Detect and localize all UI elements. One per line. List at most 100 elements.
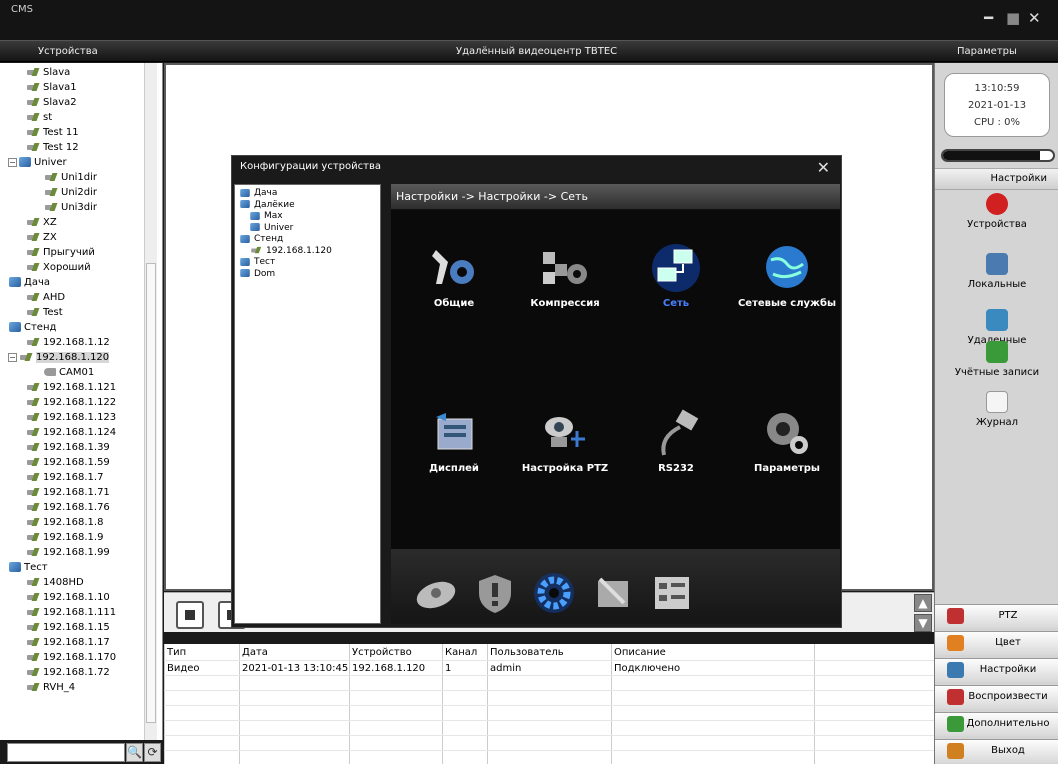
tree-item[interactable]: Uni2dir (44, 185, 97, 200)
tree-item[interactable]: Slava2 (26, 95, 77, 110)
tree-item[interactable]: RVH_4 (26, 680, 75, 695)
tree-item-label: 192.168.1.39 (43, 442, 110, 453)
tree-item[interactable]: Test 12 (26, 140, 79, 155)
close-button[interactable]: ✕ (1028, 10, 1041, 26)
tree-item[interactable]: 192.168.1.12 (26, 335, 110, 350)
globe-icon (759, 242, 815, 292)
minimize-button[interactable]: ━ (984, 10, 993, 26)
general-tools-icon (426, 242, 482, 292)
module-compression[interactable]: Компрессия (510, 242, 620, 309)
tree-item[interactable]: Slava (26, 65, 70, 80)
tree-item[interactable]: Test 11 (26, 125, 79, 140)
tree-item[interactable]: 192.168.1.121 (26, 380, 116, 395)
tree-item[interactable]: CAM01 (44, 365, 94, 380)
tree-toggle-icon[interactable]: − (8, 157, 17, 167)
module-label: Параметры (754, 463, 820, 474)
right-item-label: Устройства (967, 219, 1027, 230)
tree-item[interactable]: 1408HD (26, 575, 84, 590)
tree-item[interactable]: 192.168.1.99 (26, 545, 110, 560)
tree-item[interactable]: Uni3dir (44, 200, 97, 215)
tree-item[interactable]: ZX (26, 230, 57, 245)
tree-item[interactable]: Test (26, 305, 63, 320)
right-button-advanced[interactable]: Дополнительно (935, 712, 1058, 736)
module-display[interactable]: Дисплей (399, 407, 509, 474)
tree-item[interactable]: − 192.168.1.120 (8, 350, 110, 365)
tools-icon[interactable] (590, 571, 636, 615)
tree-item-label: Slava1 (43, 82, 77, 93)
scroll-down-icon[interactable]: ▼ (914, 614, 932, 632)
tree-item[interactable]: AHD (26, 290, 65, 305)
device-tree-scrollbar[interactable] (144, 63, 157, 740)
right-item-local-config[interactable]: Локальные (935, 253, 1058, 290)
module-ptz-camera[interactable]: Настройка PTZ (510, 407, 620, 474)
tree-item[interactable]: − Univer (8, 155, 67, 170)
tree-item[interactable]: 192.168.1.7 (26, 470, 103, 485)
tree-item[interactable]: Хороший (26, 260, 91, 275)
dialog-tree-label: Max (264, 211, 283, 221)
info-list-icon[interactable] (649, 571, 695, 615)
tree-item[interactable]: Стенд (9, 320, 56, 335)
tree-item[interactable]: Дача (9, 275, 50, 290)
module-general-tools[interactable]: Общие (399, 242, 509, 309)
device-icon (26, 383, 40, 392)
group-folder-icon (240, 257, 250, 266)
right-item-record[interactable]: Устройства (935, 193, 1058, 230)
device-icon (26, 83, 40, 92)
log-panel-handle[interactable] (465, 636, 635, 643)
right-button-playback[interactable]: Воспроизвести (935, 685, 1058, 709)
tree-item[interactable]: 192.168.1.111 (26, 605, 116, 620)
tree-item[interactable]: 192.168.1.15 (26, 620, 110, 635)
tree-item[interactable]: 192.168.1.39 (26, 440, 110, 455)
tree-item-label: 192.168.1.10 (43, 592, 110, 603)
right-button-color[interactable]: Цвет (935, 631, 1058, 655)
tree-item[interactable]: 192.168.1.8 (26, 515, 103, 530)
tree-item[interactable]: 192.168.1.124 (26, 425, 116, 440)
module-network[interactable]: Сеть (621, 242, 731, 309)
right-item-label: Журнал (975, 417, 1019, 428)
right-button-settings[interactable]: Настройки (935, 658, 1058, 682)
tree-item[interactable]: st (26, 110, 52, 125)
tree-item[interactable]: Uni1dir (44, 170, 97, 185)
security-shield-icon[interactable] (472, 571, 518, 615)
tree-item[interactable]: 192.168.1.59 (26, 455, 110, 470)
tree-item[interactable]: 192.168.1.71 (26, 485, 110, 500)
tree-item-label: 192.168.1.15 (43, 622, 110, 633)
dialog-tree-label: 192.168.1.120 (266, 245, 332, 256)
tree-item[interactable]: Slava1 (26, 80, 77, 95)
scroll-up-icon[interactable]: ▲ (914, 594, 932, 612)
right-item-users[interactable]: Учётные записи (935, 341, 1058, 378)
tree-item[interactable]: 192.168.1.123 (26, 410, 116, 425)
storage-disk-icon[interactable] (413, 571, 459, 615)
tree-toggle-icon[interactable]: − (8, 352, 17, 362)
layout-single-button[interactable] (176, 601, 204, 629)
right-item-label: Учётные записи (954, 367, 1040, 378)
dialog-tree-label: Далёкие (254, 199, 295, 210)
right-button-exit[interactable]: Выход (935, 739, 1058, 763)
device-icon (26, 608, 40, 617)
tree-item[interactable]: 192.168.1.170 (26, 650, 116, 665)
tree-item[interactable]: Прыгучий (26, 245, 95, 260)
tree-item[interactable]: 192.168.1.76 (26, 500, 110, 515)
module-webcam-gear[interactable]: Параметры (732, 407, 842, 474)
tree-item[interactable]: XZ (26, 215, 57, 230)
dialog-close-icon[interactable]: ✕ (817, 158, 830, 177)
right-item-log[interactable]: Журнал (935, 391, 1058, 428)
scrollbar-thumb[interactable] (146, 263, 156, 723)
tree-item[interactable]: 192.168.1.122 (26, 395, 116, 410)
refresh-icon[interactable]: ⟳ (144, 743, 161, 762)
tree-item-label: 1408HD (43, 577, 84, 588)
maximize-button[interactable]: ■ (1006, 10, 1020, 26)
module-rs232-cable[interactable]: RS232 (621, 407, 731, 474)
tree-item[interactable]: 192.168.1.10 (26, 590, 110, 605)
tree-item[interactable]: Тест (9, 560, 48, 575)
tree-item[interactable]: 192.168.1.9 (26, 530, 103, 545)
tree-item-label: 192.168.1.9 (43, 532, 104, 543)
tree-item[interactable]: 192.168.1.72 (26, 665, 110, 680)
search-icon[interactable]: 🔍 (126, 743, 143, 762)
right-button-ptz[interactable]: PTZ (935, 604, 1058, 628)
gear-settings-icon[interactable] (531, 571, 577, 615)
module-globe[interactable]: Сетевые службы (732, 242, 842, 309)
search-input[interactable] (7, 743, 125, 762)
dialog-tree-item[interactable]: Dom (239, 268, 275, 281)
tree-item[interactable]: 192.168.1.17 (26, 635, 110, 650)
